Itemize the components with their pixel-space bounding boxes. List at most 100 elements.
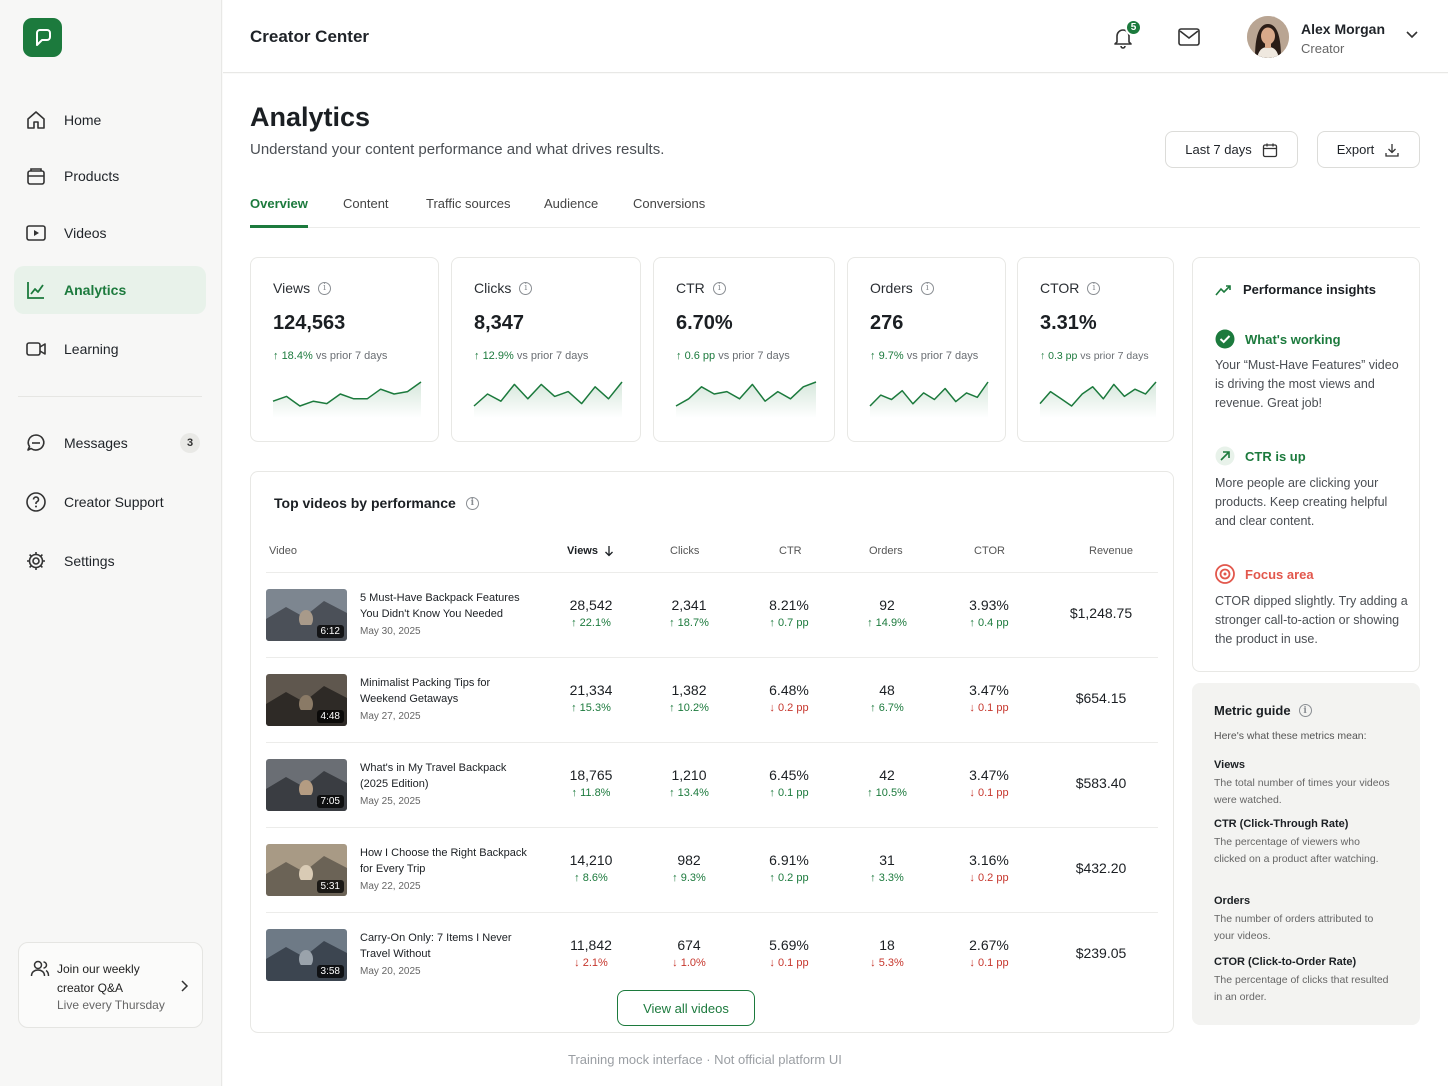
info-icon[interactable]: i: [465, 496, 479, 510]
metric-delta-value: 0.6 pp: [684, 350, 716, 362]
video-title[interactable]: What's in My Travel Backpack (2025 Editi…: [360, 760, 530, 792]
cell-ctor: 3.47% ↓ 0.1 pp: [944, 767, 1034, 799]
cell-value: 28,542: [569, 597, 613, 613]
cell-value: 3.47%: [969, 682, 1009, 698]
sidebar-item-videos[interactable]: Videos: [14, 209, 206, 257]
page-subtitle: Understand your content performance and …: [250, 141, 665, 158]
cell-delta: ↑ 14.9%: [867, 617, 907, 629]
sidebar-item-label: Videos: [64, 225, 107, 241]
info-icon[interactable]: i: [1298, 704, 1312, 717]
focus-area-text: CTOR dipped slightly. Try adding a stron…: [1215, 594, 1408, 646]
tab-audience[interactable]: Audience: [544, 196, 598, 228]
info-icon[interactable]: i: [519, 281, 533, 295]
metric-card-views[interactable]: Views i 124,563 ↑ 18.4% vs prior 7 days: [250, 257, 439, 442]
metric-delta: ↑ 18.4% vs prior 7 days: [273, 350, 388, 362]
table-row[interactable]: 6:12 5 Must-Have Backpack Features You Di…: [266, 573, 1158, 658]
download-icon: [1384, 142, 1400, 158]
column-header-video[interactable]: Video: [269, 545, 297, 557]
qa-title: Join our weekly creator Q&A: [57, 962, 140, 995]
sidebar-item-home[interactable]: Home: [14, 96, 206, 144]
tab-conversions[interactable]: Conversions: [633, 196, 705, 228]
video-thumbnail[interactable]: 7:05: [266, 759, 347, 811]
cell-delta-value: 14.9%: [875, 617, 907, 629]
app-logo[interactable]: [23, 18, 62, 57]
info-icon[interactable]: i: [920, 281, 934, 295]
guide-term: CTR (Click-Through Rate): [1214, 818, 1349, 830]
cell-orders: 18 ↓ 5.3%: [842, 937, 932, 969]
metric-card-orders[interactable]: Orders i 276 ↑ 9.7% vs prior 7 days: [847, 257, 1006, 442]
video-thumbnail[interactable]: 6:12: [266, 589, 347, 641]
metric-delta: ↑ 0.3 pp vs prior 7 days: [1040, 350, 1149, 362]
table-row[interactable]: 4:48 Minimalist Packing Tips for Weekend …: [266, 658, 1158, 743]
metric-value: 6.70%: [676, 312, 733, 334]
sidebar-item-messages[interactable]: Messages 3: [14, 419, 206, 467]
sidebar-item-settings[interactable]: Settings: [14, 537, 206, 585]
sidebar-item-label: Settings: [64, 553, 115, 569]
view-all-videos-button[interactable]: View all videos: [617, 990, 755, 1026]
help-icon: [24, 490, 48, 514]
cell-delta: ↑ 0.1 pp: [769, 787, 809, 799]
metric-card-ctr[interactable]: CTR i 6.70% ↑ 0.6 pp vs prior 7 days: [653, 257, 835, 442]
cell-delta-value: 5.3%: [878, 957, 904, 969]
mail-icon[interactable]: [1177, 26, 1201, 48]
column-header-revenue[interactable]: Revenue: [1089, 545, 1133, 557]
tab-content[interactable]: Content: [343, 196, 389, 228]
cell-views: 28,542 ↑ 22.1%: [546, 597, 636, 629]
ctr-up-heading: CTR is up: [1215, 446, 1306, 466]
column-header-clicks[interactable]: Clicks: [670, 545, 699, 557]
video-title[interactable]: Carry-On Only: 7 Items I Never Travel Wi…: [360, 930, 530, 962]
avatar[interactable]: [1247, 16, 1289, 58]
sidebar-item-products[interactable]: Products: [14, 152, 206, 200]
video-title[interactable]: Minimalist Packing Tips for Weekend Geta…: [360, 675, 530, 707]
metric-card-ctor[interactable]: CTOR i 3.31% ↑ 0.3 pp vs prior 7 days: [1017, 257, 1174, 442]
tab-overview[interactable]: Overview: [250, 196, 308, 228]
creator-qa-card[interactable]: Join our weekly creator Q&A Live every T…: [18, 942, 203, 1028]
page-title: Analytics: [250, 102, 371, 132]
cell-delta: ↑ 0.4 pp: [969, 617, 1009, 629]
column-header-orders[interactable]: Orders: [869, 545, 903, 557]
cell-delta-value: 0.1 pp: [977, 957, 1009, 969]
top-videos-title-row: Top videos by performance i: [274, 495, 479, 511]
top-bar: Creator Center 5 Alex Morgan Creator: [223, 0, 1448, 73]
sparkline-area: [273, 382, 421, 418]
video-thumbnail[interactable]: 3:58: [266, 929, 347, 981]
video-title[interactable]: How I Choose the Right Backpack for Ever…: [360, 845, 530, 877]
tab-traffic-sources[interactable]: Traffic sources: [426, 196, 511, 228]
cell-delta: ↑ 0.7 pp: [769, 617, 809, 629]
cell-delta-value: 10.2%: [677, 702, 709, 714]
info-icon[interactable]: i: [318, 281, 332, 295]
guide-term: CTOR (Click-to-Order Rate): [1214, 956, 1357, 968]
table-row[interactable]: 3:58 Carry-On Only: 7 Items I Never Trave…: [266, 913, 1158, 998]
cell-delta-value: 13.4%: [677, 787, 709, 799]
chevron-down-icon[interactable]: [1405, 30, 1419, 40]
info-icon[interactable]: i: [712, 281, 726, 295]
sidebar-divider: [18, 396, 202, 397]
date-range-button[interactable]: Last 7 days: [1165, 131, 1298, 168]
info-icon[interactable]: i: [1087, 281, 1101, 295]
insights-header: Performance insights: [1215, 282, 1376, 297]
ctr-up-text: More people are clicking your products. …: [1215, 476, 1388, 528]
sparkline-area: [676, 382, 816, 418]
metric-delta-suffix: vs prior 7 days: [516, 350, 589, 362]
export-button[interactable]: Export: [1317, 131, 1420, 168]
video-title[interactable]: 5 Must-Have Backpack Features You Didn't…: [360, 590, 530, 622]
table-row[interactable]: 7:05 What's in My Travel Backpack (2025 E…: [266, 743, 1158, 828]
metric-card-clicks[interactable]: Clicks i 8,347 ↑ 12.9% vs prior 7 days: [451, 257, 641, 442]
column-header-ctor[interactable]: CTOR: [974, 545, 1005, 557]
column-header-ctr[interactable]: CTR: [779, 545, 802, 557]
sidebar-item-analytics[interactable]: Analytics: [14, 266, 206, 314]
table-row[interactable]: 5:31 How I Choose the Right Backpack for …: [266, 828, 1158, 913]
guide-definition: The percentage of clicks that resulted i…: [1214, 974, 1389, 1003]
cell-views: 18,765 ↑ 11.8%: [546, 767, 636, 799]
sidebar-item-creator-support[interactable]: Creator Support: [14, 478, 206, 526]
logo-icon: [35, 28, 51, 46]
metric-guide-intro: Here's what these metrics mean:: [1214, 730, 1367, 742]
video-thumbnail[interactable]: 4:48: [266, 674, 347, 726]
sidebar-item-learning[interactable]: Learning: [14, 325, 206, 373]
chart-icon: [24, 278, 48, 302]
video-icon: [24, 221, 48, 245]
column-header-views[interactable]: Views: [567, 545, 614, 557]
metric-delta-value: 0.3 pp: [1048, 350, 1078, 362]
video-thumbnail[interactable]: 5:31: [266, 844, 347, 896]
cell-delta-value: 3.3%: [878, 872, 904, 884]
